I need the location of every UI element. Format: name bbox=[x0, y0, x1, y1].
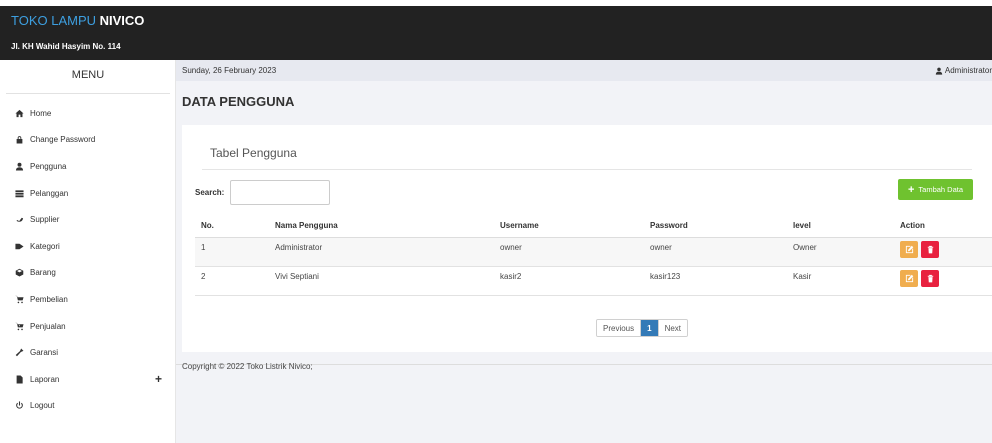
sidebar-item-label: Barang bbox=[30, 268, 56, 278]
divider bbox=[202, 169, 972, 170]
sidebar-item-label: Kategori bbox=[30, 241, 60, 251]
pagination-previous[interactable]: Previous bbox=[597, 320, 641, 336]
edit-button[interactable] bbox=[900, 241, 918, 258]
cell-password: kasir123 bbox=[650, 272, 681, 281]
sidebar-item-label: Penjualan bbox=[30, 321, 66, 331]
user-name: Administrator bbox=[944, 66, 992, 75]
cell-no: 1 bbox=[201, 243, 206, 252]
store-address: Jl. KH Wahid Hasyim No. 114 bbox=[11, 42, 121, 51]
main-content: Sunday, 26 February 2023 Administrator D… bbox=[176, 60, 992, 443]
top-header: TOKO LAMPU NIVICO Jl. KH Wahid Hasyim No… bbox=[0, 6, 992, 60]
user-menu[interactable]: Administrator bbox=[935, 66, 992, 75]
edit-button[interactable] bbox=[900, 270, 918, 287]
lock-icon bbox=[14, 135, 25, 145]
sidebar-item-pembelian[interactable]: Pembelian bbox=[0, 286, 176, 313]
trash-icon bbox=[927, 274, 933, 283]
sidebar: MENU Home Change Password Pengguna Pelan… bbox=[0, 60, 176, 443]
sidebar-item-logout[interactable]: Logout bbox=[0, 393, 176, 420]
pagination-page-current[interactable]: 1 bbox=[640, 320, 659, 336]
sidebar-item-supplier[interactable]: Supplier bbox=[0, 206, 176, 233]
brand-main: NIVICO bbox=[99, 13, 145, 28]
add-data-label: Tambah Data bbox=[918, 185, 964, 194]
delete-button[interactable] bbox=[921, 270, 939, 287]
edit-icon bbox=[905, 245, 913, 254]
sidebar-item-label: Laporan bbox=[30, 374, 60, 384]
sidebar-menu: Home Change Password Pengguna Pelanggan … bbox=[0, 100, 176, 419]
wrench-icon bbox=[14, 348, 25, 358]
sidebar-item-label: Pelanggan bbox=[30, 188, 69, 198]
sidebar-item-laporan[interactable]: Laporan + bbox=[0, 366, 176, 393]
brand-accent: TOKO LAMPU bbox=[11, 13, 97, 28]
table-icon bbox=[14, 188, 25, 198]
file-icon bbox=[14, 374, 25, 384]
pagination: Previous 1 Next bbox=[596, 319, 689, 337]
brand-logo[interactable]: TOKO LAMPU NIVICO bbox=[11, 13, 144, 28]
user-icon bbox=[14, 161, 25, 171]
cell-level: Kasir bbox=[793, 272, 812, 281]
sidebar-item-change-password[interactable]: Change Password bbox=[0, 127, 176, 154]
cell-nama: Administrator bbox=[275, 243, 323, 252]
current-date: Sunday, 26 February 2023 bbox=[182, 66, 277, 75]
cell-password: owner bbox=[650, 243, 672, 252]
sidebar-item-barang[interactable]: Barang bbox=[0, 260, 176, 287]
sidebar-item-label: Logout bbox=[30, 401, 55, 411]
expand-plus-icon[interactable]: + bbox=[155, 372, 162, 386]
page-title: DATA PENGGUNA bbox=[182, 94, 295, 109]
sidebar-item-penjualan[interactable]: Penjualan bbox=[0, 313, 176, 340]
cell-nama: Vivi Septiani bbox=[275, 272, 319, 281]
phone-icon bbox=[14, 215, 25, 225]
sidebar-item-kategori[interactable]: Kategori bbox=[0, 233, 176, 260]
tags-icon bbox=[14, 241, 25, 251]
sidebar-item-pelanggan[interactable]: Pelanggan bbox=[0, 180, 176, 207]
table-row: 2 Vivi Septiani kasir2 kasir123 Kasir bbox=[195, 267, 992, 296]
col-header-no: No. bbox=[201, 221, 214, 230]
delete-button[interactable] bbox=[921, 241, 939, 258]
trash-icon bbox=[927, 245, 933, 254]
sidebar-item-label: Pembelian bbox=[30, 294, 68, 304]
panel-title: Tabel Pengguna bbox=[210, 146, 297, 160]
box-icon bbox=[14, 268, 25, 278]
col-header-nama: Nama Pengguna bbox=[275, 221, 338, 230]
power-icon bbox=[14, 401, 25, 411]
col-header-username: Username bbox=[500, 221, 539, 230]
table-row: 1 Administrator owner owner Owner bbox=[195, 238, 992, 267]
cell-username: owner bbox=[500, 243, 522, 252]
cart-icon bbox=[14, 294, 25, 304]
search-input[interactable] bbox=[230, 180, 330, 205]
add-data-button[interactable]: + Tambah Data bbox=[898, 179, 973, 200]
col-header-action: Action bbox=[900, 221, 925, 230]
menu-title: MENU bbox=[6, 60, 170, 94]
col-header-password: Password bbox=[650, 221, 688, 230]
sidebar-item-pengguna[interactable]: Pengguna bbox=[0, 153, 176, 180]
sidebar-item-label: Garansi bbox=[30, 348, 59, 358]
edit-icon bbox=[905, 274, 913, 283]
cell-username: kasir2 bbox=[500, 272, 522, 281]
sidebar-item-label: Home bbox=[30, 108, 52, 118]
col-header-level: level bbox=[793, 221, 811, 230]
sidebar-item-home[interactable]: Home bbox=[0, 100, 176, 127]
plus-icon: + bbox=[907, 183, 915, 196]
cell-level: Owner bbox=[793, 243, 817, 252]
footer-copyright: Copyright © 2022 Toko Listrik Nivico; bbox=[182, 362, 313, 371]
sidebar-item-label: Supplier bbox=[30, 215, 60, 225]
info-bar: Sunday, 26 February 2023 Administrator bbox=[176, 60, 992, 81]
users-panel: Tabel Pengguna Search: + Tambah Data No.… bbox=[182, 125, 992, 352]
home-icon bbox=[14, 108, 25, 118]
sidebar-item-label: Change Password bbox=[30, 135, 96, 145]
search-label: Search: bbox=[195, 188, 225, 197]
pagination-next[interactable]: Next bbox=[658, 320, 688, 336]
cart-arrow-icon bbox=[14, 321, 25, 331]
sidebar-item-garansi[interactable]: Garansi bbox=[0, 339, 176, 366]
sidebar-item-label: Pengguna bbox=[30, 161, 67, 171]
user-icon bbox=[935, 67, 943, 75]
cell-no: 2 bbox=[201, 272, 206, 281]
